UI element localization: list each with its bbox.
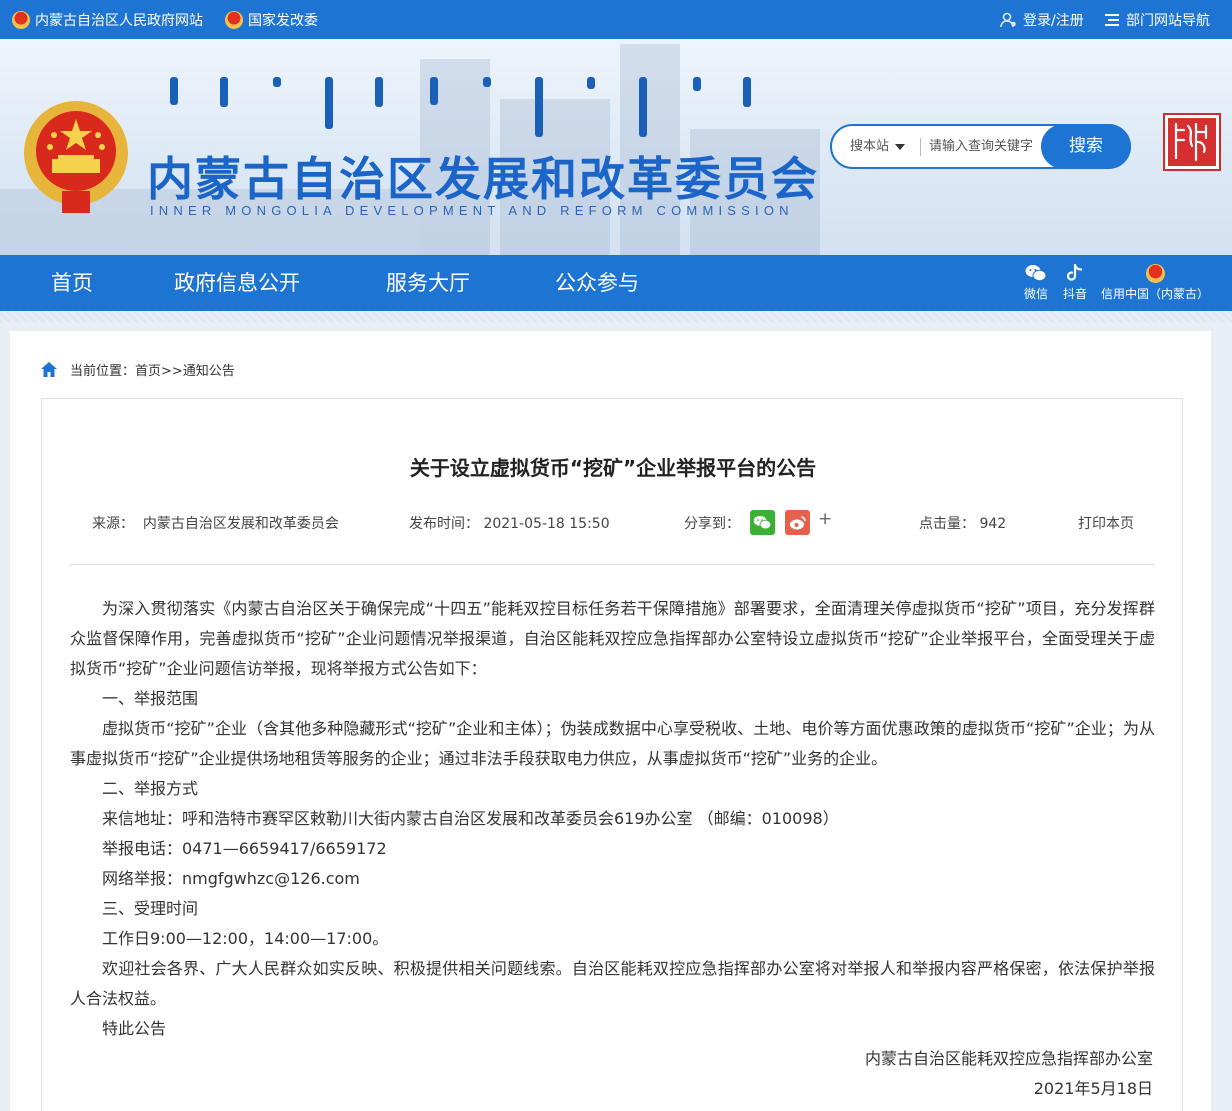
nav-item-gov-info[interactable]: 政府信息公开	[174, 255, 300, 311]
gov-site-label: 内蒙古自治区人民政府网站	[35, 12, 203, 29]
date-value: 2021-05-18 15:50	[483, 516, 610, 532]
national-emblem-icon	[225, 10, 243, 29]
credit-china-label: 信用中国（内蒙古）	[1100, 287, 1209, 301]
user-icon	[1000, 12, 1016, 27]
date-label: 发布时间：	[409, 516, 479, 532]
signature-block: 内蒙古自治区能耗双控应急指挥部办公室 2021年5月18日	[865, 1044, 1153, 1104]
main-nav: 首页 政府信息公开 服务大厅 公众参与 微信 抖音 信用中国（内蒙古）	[0, 255, 1232, 311]
inner-mongolia-seal-logo	[1163, 113, 1221, 171]
ndrc-label: 国家发改委	[248, 12, 318, 29]
login-label: 登录/注册	[1023, 12, 1084, 29]
national-emblem-icon	[1145, 263, 1165, 283]
search-input[interactable]	[929, 132, 1039, 161]
weibo-icon	[789, 516, 806, 530]
wechat-link[interactable]: 微信	[1019, 261, 1053, 307]
paragraph: 虚拟货币“挖矿”企业（含其他多种隐藏形式“挖矿”企业和主体）；伪装成数据中心享受…	[70, 719, 1155, 768]
paragraph: 为深入贯彻落实《内蒙古自治区关于确保完成“十四五”能耗双控目标任务若干保障措施》…	[70, 599, 1155, 678]
share-weibo-button[interactable]	[785, 510, 810, 535]
hours-line: 工作日9:00—12:00，14:00—17:00。	[102, 929, 389, 948]
section-heading: 二、举报方式	[102, 779, 199, 798]
article-date: 发布时间： 2021-05-18 15:50	[409, 511, 610, 537]
wechat-icon	[753, 515, 772, 530]
share-wechat-button[interactable]	[750, 510, 775, 535]
search-scope-label: 搜本站	[850, 139, 890, 154]
top-bar: 内蒙古自治区人民政府网站 国家发改委 登录/注册 部门网站导航	[0, 0, 1232, 39]
search-button[interactable]: 搜索	[1041, 124, 1131, 169]
section-heading: 三、受理时间	[102, 899, 199, 918]
breadcrumb-label: 当前位置：	[70, 363, 136, 379]
content-panel: 当前位置： 首页>>通知公告 关于设立虚拟货币“挖矿”企业举报平台的公告 来源：…	[10, 331, 1211, 1111]
article: 关于设立虚拟货币“挖矿”企业举报平台的公告 来源： 内蒙古自治区发展和改革委员会…	[41, 398, 1183, 1111]
chevron-down-icon	[895, 143, 906, 150]
email-line: 网络举报：nmgfgwhzc@126.com	[102, 869, 360, 888]
dept-nav-label: 部门网站导航	[1126, 12, 1210, 29]
closing-line: 特此公告	[102, 1019, 167, 1038]
seal-calligraphy-icon	[1174, 122, 1208, 162]
article-title: 关于设立虚拟货币“挖矿”企业举报平台的公告	[409, 456, 817, 480]
divider	[70, 564, 1155, 565]
ndrc-link[interactable]: 国家发改委	[225, 0, 318, 39]
print-button[interactable]: 打印本页	[1078, 511, 1134, 537]
nav-item-service-hall[interactable]: 服务大厅	[386, 255, 470, 311]
share-more-button[interactable]: +	[818, 506, 832, 532]
signature-date: 2021年5月18日	[1033, 1079, 1153, 1098]
address-line: 来信地址：呼和浩特市赛罕区敕勒川大街内蒙古自治区发展和改革委员会619办公室 （…	[102, 809, 839, 828]
wechat-icon	[1025, 265, 1047, 282]
credit-china-link[interactable]: 信用中国（内蒙古）	[1100, 261, 1210, 307]
source-label: 来源：	[92, 516, 134, 532]
breadcrumb-path[interactable]: 首页>>通知公告	[135, 360, 235, 379]
nav-item-home[interactable]: 首页	[51, 255, 93, 311]
nav-item-public-participation[interactable]: 公众参与	[555, 255, 639, 311]
home-icon	[41, 361, 57, 377]
phone-line: 举报电话：0471—6659417/6659172	[102, 839, 387, 858]
article-body: 为深入贯彻落实《内蒙古自治区关于确保完成“十四五”能耗双控目标任务若干保障措施》…	[70, 594, 1155, 1044]
login-link[interactable]: 登录/注册	[1000, 0, 1084, 39]
signature-office: 内蒙古自治区能耗双控应急指挥部办公室	[864, 1049, 1153, 1068]
search-divider	[920, 138, 921, 156]
wechat-label: 微信	[1023, 287, 1048, 301]
article-source: 来源： 内蒙古自治区发展和改革委员会	[92, 511, 339, 537]
breadcrumb: 当前位置： 首页>>通知公告	[40, 359, 235, 379]
source-value: 内蒙古自治区发展和改革委员会	[142, 516, 339, 532]
search-scope-select[interactable]: 搜本站	[850, 126, 906, 167]
decorative-strip	[0, 311, 1232, 323]
paragraph: 欢迎社会各界、广大人民群众如实反映、积极提供相关问题线索。自治区能耗双控应急指挥…	[70, 959, 1155, 1008]
gov-site-link[interactable]: 内蒙古自治区人民政府网站	[12, 0, 203, 39]
douyin-link[interactable]: 抖音	[1060, 261, 1090, 307]
mongolian-script	[165, 77, 765, 137]
national-emblem-icon	[24, 101, 128, 213]
share-label: 分享到：	[684, 516, 740, 532]
site-title: 内蒙古自治区发展和改革委员会	[147, 152, 819, 206]
hits-label: 点击量：	[919, 516, 975, 532]
douyin-label: 抖音	[1062, 287, 1087, 301]
site-header: 内蒙古自治区发展和改革委员会 INNER MONGOLIA DEVELOPMEN…	[0, 39, 1232, 255]
article-hits: 点击量： 942	[919, 511, 1006, 537]
hits-value: 942	[979, 516, 1007, 532]
site-subtitle: INNER MONGOLIA DEVELOPMENT AND REFORM CO…	[150, 203, 794, 218]
national-emblem-icon	[12, 10, 30, 29]
dept-nav-link[interactable]: 部门网站导航	[1105, 0, 1210, 39]
douyin-icon	[1067, 264, 1083, 281]
search-box: 搜本站 搜索	[830, 124, 1131, 169]
section-heading: 一、举报范围	[102, 689, 199, 708]
menu-icon	[1105, 13, 1119, 26]
